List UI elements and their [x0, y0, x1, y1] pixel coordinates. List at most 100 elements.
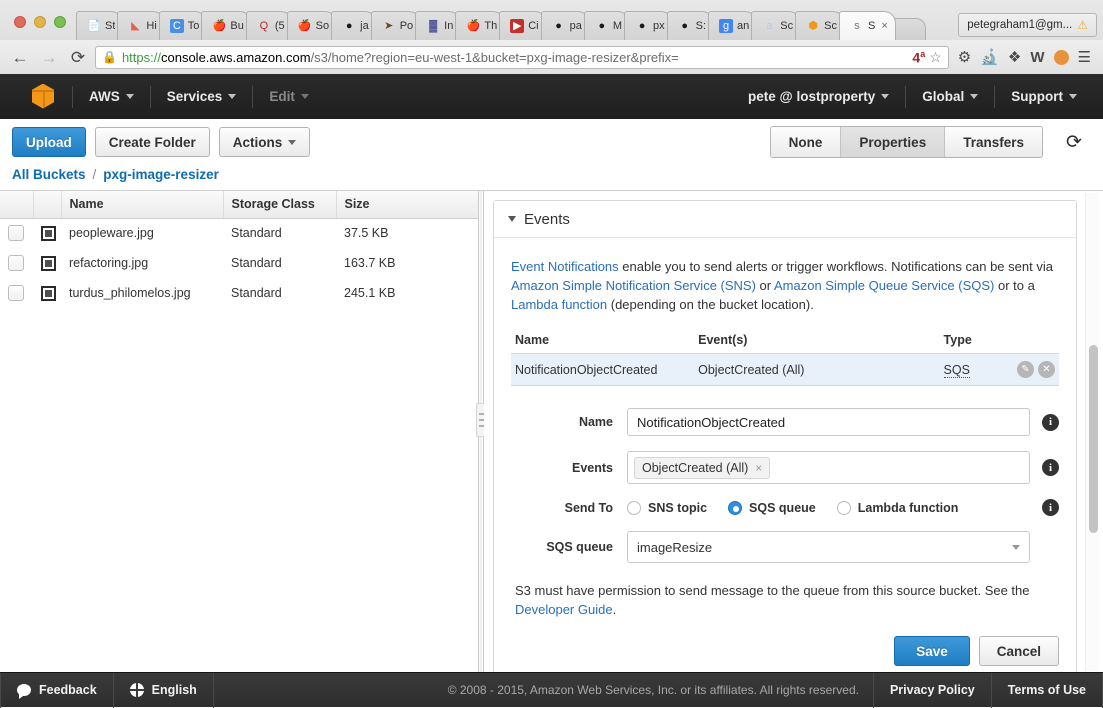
row-name[interactable]: refactoring.jpg [61, 248, 223, 278]
browser-tab-3[interactable]: 🍎 Bu [201, 11, 252, 40]
browser-tab-1[interactable]: ◣ Hi [117, 11, 165, 40]
radio-dot[interactable] [836, 500, 851, 515]
refresh-icon[interactable]: ⟳ [1063, 131, 1085, 154]
event-tag[interactable]: ObjectCreated (All) × [634, 456, 771, 479]
scrollbar-thumb[interactable] [1089, 345, 1098, 533]
forward-button[interactable]: → [37, 45, 61, 69]
col-size[interactable]: Size [336, 191, 478, 219]
adblock-count-icon[interactable]: 4a [912, 49, 925, 66]
browser-tab-14[interactable]: ● S: [666, 11, 715, 40]
segment-transfers[interactable]: Transfers [945, 127, 1042, 157]
actions-button[interactable]: Actions [218, 127, 311, 157]
back-button[interactable]: ← [8, 45, 32, 69]
sqs-queue-select[interactable]: imageResize [627, 531, 1030, 563]
reload-button[interactable]: ⟳ [66, 45, 90, 69]
save-button[interactable]: Save [894, 636, 970, 666]
link-event-notifications[interactable]: Event Notifications [511, 259, 619, 274]
col-select-all[interactable] [0, 191, 34, 219]
aws-nav-right-global[interactable]: Global [908, 74, 992, 119]
language-button[interactable]: English [114, 673, 213, 708]
row-checkbox[interactable] [8, 285, 24, 301]
browser-tab-17[interactable]: ⬢ Sc [795, 11, 845, 40]
radio-dot[interactable] [627, 500, 641, 515]
table-row[interactable]: turdus_philomelos.jpg Standard 245.1 KB [0, 278, 478, 308]
aws-nav-item-aws[interactable]: AWS [75, 74, 148, 119]
browser-tab-0[interactable]: 📄 St [76, 11, 124, 40]
events-panel-header[interactable]: Events [494, 201, 1076, 238]
aws-nav-right-support[interactable]: Support [997, 74, 1091, 119]
gear-icon[interactable]: ⚙ [958, 50, 971, 65]
col-name[interactable]: Name [61, 191, 224, 219]
browser-tab-11[interactable]: ● pa [540, 11, 590, 40]
info-icon[interactable]: i [1042, 459, 1059, 476]
close-window-button[interactable] [14, 16, 26, 28]
radio-sns-topic[interactable]: SNS topic [627, 500, 707, 515]
upload-button[interactable]: Upload [12, 127, 86, 157]
browser-tab-15[interactable]: g an [708, 11, 758, 40]
name-input[interactable] [627, 408, 1030, 436]
address-bar[interactable]: 🔒 https://console.aws.amazon.com/s3/home… [95, 45, 949, 69]
profile-avatar-icon[interactable] [1053, 49, 1069, 65]
info-icon[interactable]: i [1042, 413, 1059, 431]
browser-tab-6[interactable]: ● ja [331, 11, 377, 40]
browser-tab-10[interactable]: ▶ Ci [499, 11, 547, 40]
create-folder-button[interactable]: Create Folder [94, 127, 210, 157]
radio-lambda-function[interactable]: Lambda function [836, 500, 958, 515]
info-icon[interactable]: i [1042, 499, 1059, 516]
aws-nav-item-services[interactable]: Services [153, 74, 251, 119]
browser-profile-chip[interactable]: petegraham1@gm... ⚠ [958, 13, 1097, 37]
close-tab-icon[interactable]: × [881, 20, 887, 32]
browser-tab-9[interactable]: 🍎 Th [455, 11, 506, 40]
row-checkbox[interactable] [8, 225, 24, 242]
remove-tag-icon[interactable]: × [755, 461, 762, 475]
link-sns[interactable]: Amazon Simple Notification Service (SNS) [511, 278, 756, 293]
aws-nav-right-pete-lostproperty[interactable]: pete @ lostproperty [734, 74, 903, 119]
maximize-window-button[interactable] [54, 16, 66, 28]
radio-dot[interactable] [728, 500, 743, 515]
row-checkbox-cell[interactable] [0, 218, 33, 248]
new-tab-button[interactable] [891, 18, 926, 40]
notif-col-type: Type [939, 333, 1000, 354]
cancel-button[interactable]: Cancel [978, 636, 1059, 666]
bookmark-star-icon[interactable]: ☆ [929, 49, 942, 66]
aws-nav-item-edit[interactable]: Edit [255, 74, 323, 119]
segment-none[interactable]: None [770, 127, 842, 157]
notification-name: NotificationObjectCreated [511, 353, 695, 386]
row-checkbox-cell[interactable] [0, 248, 33, 278]
aws-cube-logo-icon[interactable] [32, 83, 56, 110]
properties-scrollbar[interactable] [1085, 193, 1099, 671]
terms-of-use-link[interactable]: Terms of Use [992, 673, 1102, 708]
table-row[interactable]: refactoring.jpg Standard 163.7 KB [0, 248, 478, 278]
privacy-policy-link[interactable]: Privacy Policy [874, 673, 991, 708]
row-name[interactable]: peopleware.jpg [61, 218, 223, 248]
browser-tab-2[interactable]: C To [158, 11, 208, 40]
feedback-button[interactable]: Feedback [1, 673, 113, 708]
link-sqs[interactable]: Amazon Simple Queue Service (SQS) [774, 278, 994, 293]
row-checkbox-cell[interactable] [0, 278, 33, 308]
notification-row[interactable]: NotificationObjectCreated ObjectCreated (… [511, 353, 1059, 386]
table-row[interactable]: peopleware.jpg Standard 37.5 KB [0, 218, 478, 248]
events-tag-input[interactable]: ObjectCreated (All) × [627, 451, 1030, 484]
link-lambda[interactable]: Lambda function [511, 297, 607, 312]
row-name[interactable]: turdus_philomelos.jpg [61, 278, 223, 308]
layers-icon[interactable]: ❖ [1008, 50, 1021, 65]
breadcrumb-current-bucket[interactable]: pxg-image-resizer [103, 167, 219, 182]
link-developer-guide[interactable]: Developer Guide [515, 602, 613, 617]
radio-sqs-queue[interactable]: SQS queue [728, 500, 816, 515]
browser-tab-13[interactable]: ● px [624, 11, 673, 40]
row-checkbox[interactable] [8, 255, 24, 271]
wordpress-icon[interactable]: W [1030, 50, 1044, 65]
browser-tab-16[interactable]: a Sc [751, 11, 802, 40]
eyedropper-icon[interactable]: 🔬 [980, 50, 999, 65]
breadcrumb-all-buckets[interactable]: All Buckets [12, 167, 86, 182]
browser-tab-7[interactable]: ➤ Po [370, 11, 422, 40]
browser-tab-4[interactable]: Q (5 [245, 11, 293, 40]
browser-tab-18[interactable]: s S × [838, 11, 896, 40]
menu-hamburger-icon[interactable]: ☰ [1078, 50, 1091, 65]
minimize-window-button[interactable] [34, 16, 46, 28]
pencil-icon[interactable]: ✎ [1017, 361, 1034, 378]
close-circle-icon[interactable]: ✕ [1038, 361, 1055, 378]
col-storage-class[interactable]: Storage Class [223, 191, 337, 219]
segment-properties[interactable]: Properties [841, 127, 946, 157]
browser-tab-5[interactable]: 🍎 So [286, 11, 338, 40]
